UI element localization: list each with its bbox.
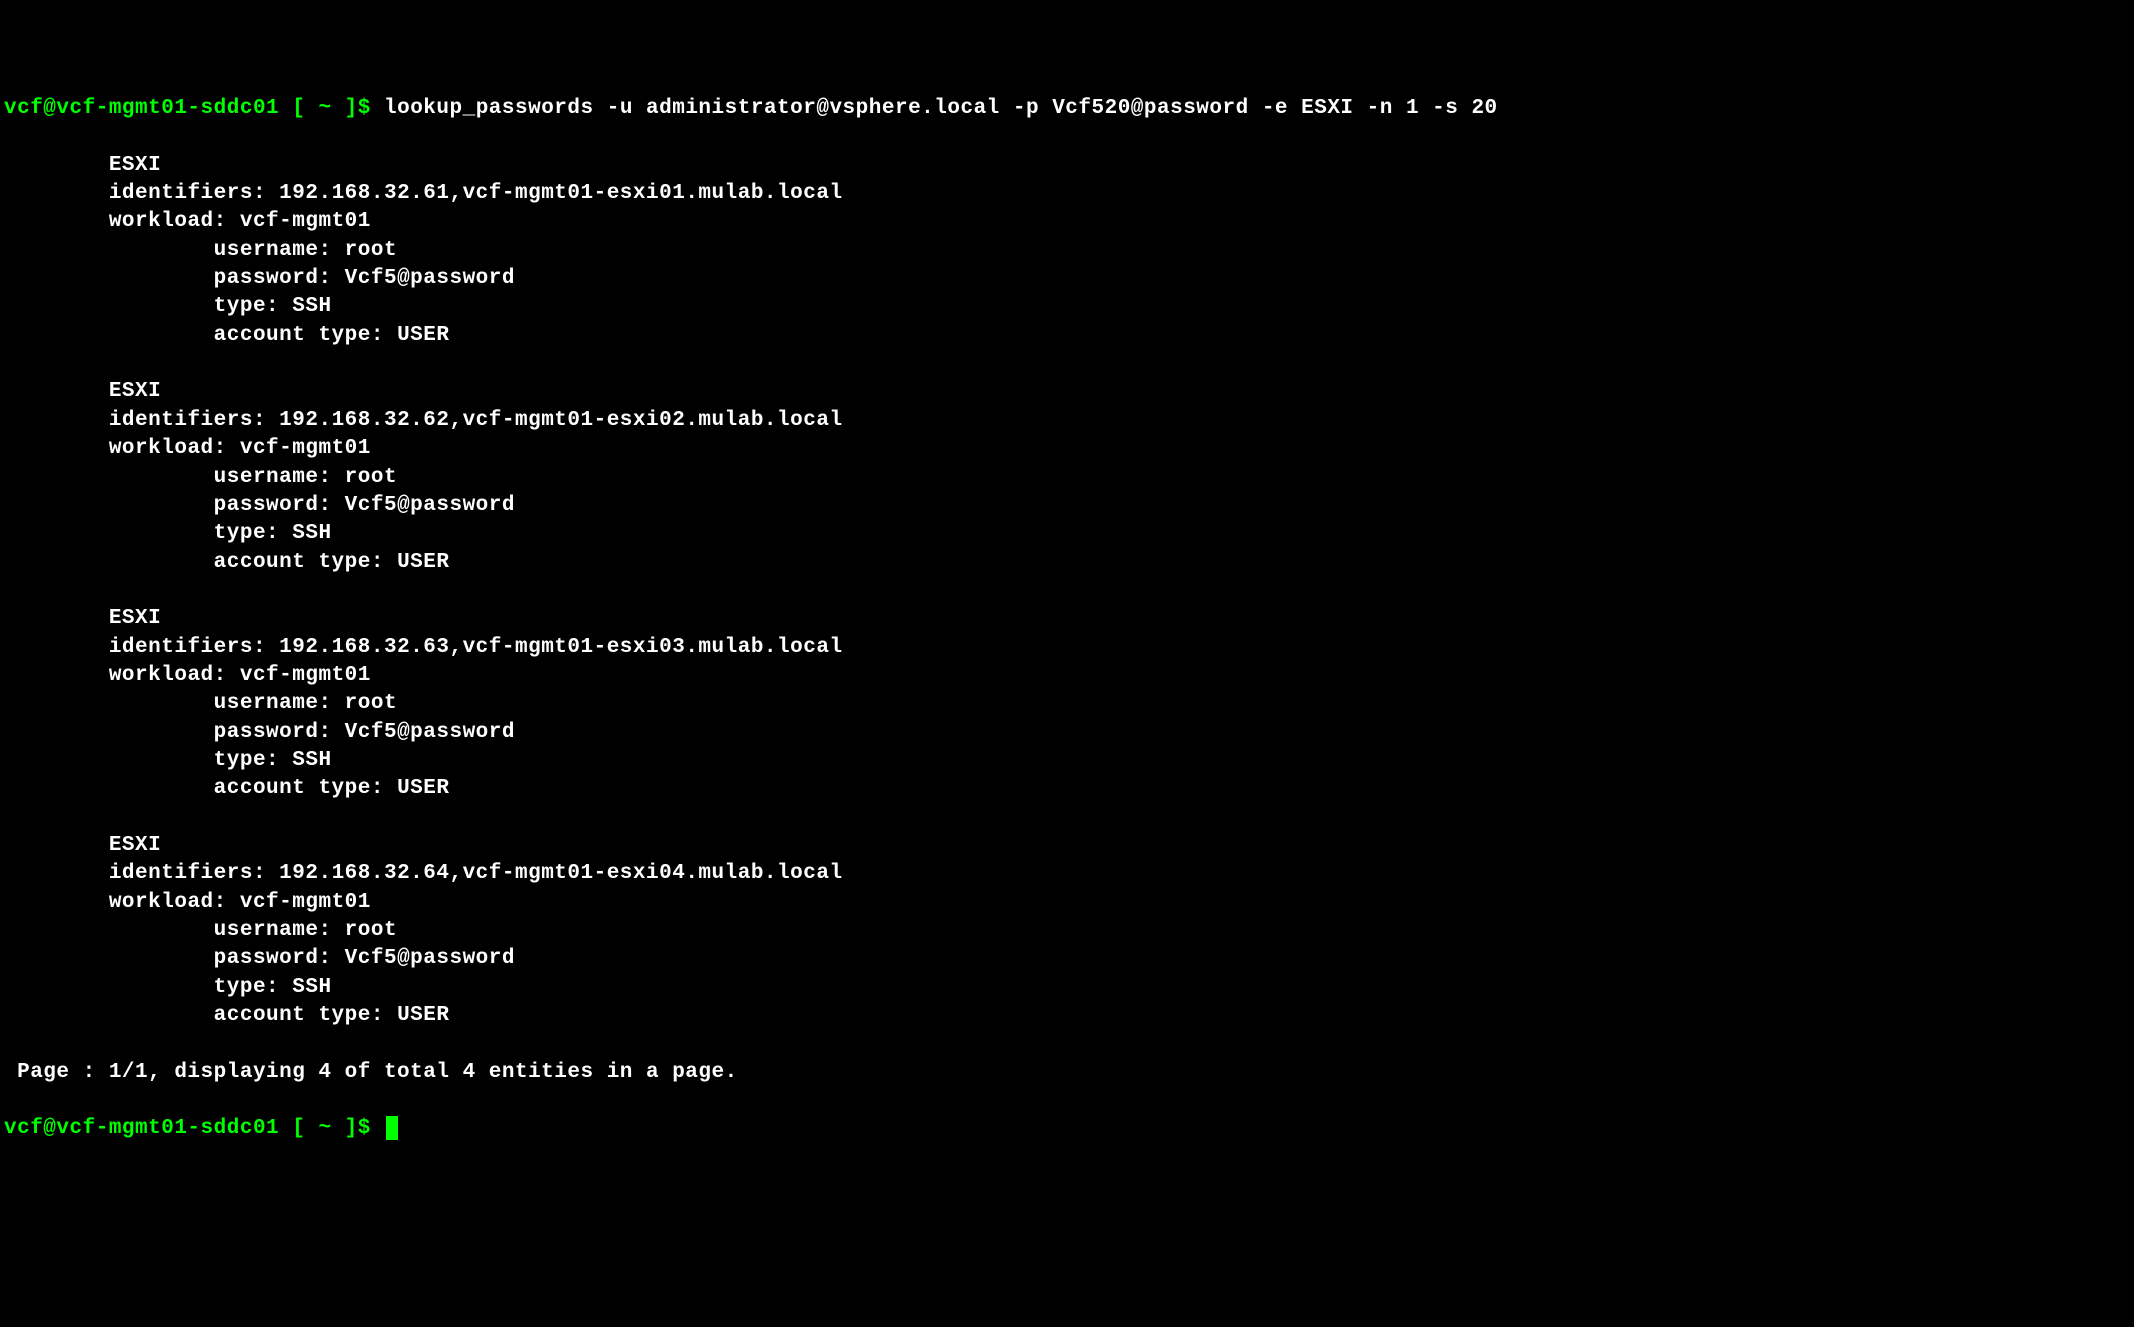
shell-prompt-user-host: vcf@vcf-mgmt01-sddc01 [4,97,279,120]
output-entry-2: ESXI identifiers: 192.168.32.62,vcf-mgmt… [4,380,843,573]
entry-password: password: Vcf5@password [214,721,515,744]
entry-workload: workload: vcf-mgmt01 [109,437,371,460]
entry-header: ESXI [109,834,161,857]
entry-account-type: account type: USER [214,551,450,574]
output-entry-3: ESXI identifiers: 192.168.32.63,vcf-mgmt… [4,607,843,800]
entry-type: type: SSH [214,749,332,772]
output-entry-4: ESXI identifiers: 192.168.32.64,vcf-mgmt… [4,834,843,1027]
entry-identifiers: identifiers: 192.168.32.61,vcf-mgmt01-es… [109,182,843,205]
entry-identifiers: identifiers: 192.168.32.63,vcf-mgmt01-es… [109,636,843,659]
entry-account-type: account type: USER [214,777,450,800]
shell-prompt-user-host: vcf@vcf-mgmt01-sddc01 [4,1117,279,1140]
shell-prompt-path: [ ~ ]$ [279,1117,384,1140]
entry-header: ESXI [109,380,161,403]
entry-username: username: root [214,919,397,942]
entry-type: type: SSH [214,976,332,999]
entry-workload: workload: vcf-mgmt01 [109,891,371,914]
entry-username: username: root [214,466,397,489]
pagination-info: Page : 1/1, displaying 4 of total 4 enti… [4,1061,738,1084]
entry-workload: workload: vcf-mgmt01 [109,664,371,687]
entry-identifiers: identifiers: 192.168.32.64,vcf-mgmt01-es… [109,862,843,885]
entry-identifiers: identifiers: 192.168.32.62,vcf-mgmt01-es… [109,409,843,432]
output-entry-1: ESXI identifiers: 192.168.32.61,vcf-mgmt… [4,154,843,347]
entry-account-type: account type: USER [214,1004,450,1027]
entry-username: username: root [214,692,397,715]
entry-header: ESXI [109,607,161,630]
command-line: lookup_passwords -u administrator@vspher… [384,97,1498,120]
entry-password: password: Vcf5@password [214,947,515,970]
shell-prompt-path: [ ~ ]$ [279,97,384,120]
entry-account-type: account type: USER [214,324,450,347]
entry-type: type: SSH [214,522,332,545]
entry-username: username: root [214,239,397,262]
entry-password: password: Vcf5@password [214,267,515,290]
terminal-window[interactable]: vcf@vcf-mgmt01-sddc01 [ ~ ]$ lookup_pass… [4,95,2130,1144]
entry-password: password: Vcf5@password [214,494,515,517]
entry-header: ESXI [109,154,161,177]
entry-type: type: SSH [214,295,332,318]
cursor-icon [386,1116,398,1140]
entry-workload: workload: vcf-mgmt01 [109,210,371,233]
